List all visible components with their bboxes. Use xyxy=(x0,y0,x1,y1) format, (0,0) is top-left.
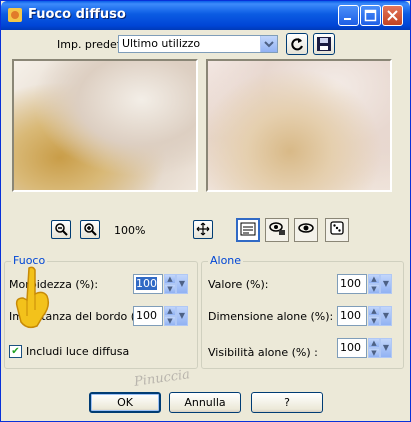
save-preset-button[interactable] xyxy=(313,33,335,55)
valore-field[interactable]: 100 xyxy=(337,274,367,294)
chevron-down-icon[interactable]: ▼ xyxy=(176,274,188,294)
zoom-out-button[interactable] xyxy=(51,220,71,239)
ok-button[interactable]: OK xyxy=(89,392,161,413)
original-preview[interactable] xyxy=(12,59,198,192)
properties-icon xyxy=(240,222,256,236)
visibilita-label: Visibilità alone (%) : xyxy=(208,346,318,359)
zoom-in-icon xyxy=(84,223,97,236)
dimensione-spinner[interactable]: 100 ▲ ▼ ▼ xyxy=(337,306,392,326)
luce-diffusa-checkbox[interactable]: ✔ xyxy=(9,345,22,358)
importanza-spinner[interactable]: 100 ▲ ▼ ▼ xyxy=(133,306,188,326)
window-title: Fuoco diffuso xyxy=(28,7,126,22)
minimize-button[interactable] xyxy=(338,5,359,26)
cancel-button[interactable]: Annulla xyxy=(169,392,241,413)
randomize-preview-button[interactable] xyxy=(265,218,289,242)
pointing-hand-icon xyxy=(15,266,50,329)
morbidezza-spinner[interactable]: 100 ▲ ▼ ▼ xyxy=(133,274,188,294)
save-icon xyxy=(317,37,331,51)
morbidezza-field[interactable]: 100 xyxy=(133,274,163,294)
reset-icon xyxy=(291,38,303,51)
watermark: Pinuccia xyxy=(133,367,191,390)
maximize-button[interactable] xyxy=(360,5,381,26)
zoom-out-icon xyxy=(55,223,68,236)
spin-up-icon[interactable]: ▲ xyxy=(368,274,380,284)
app-icon xyxy=(8,8,22,22)
minimize-icon xyxy=(344,18,351,20)
spin-down-icon[interactable]: ▼ xyxy=(368,348,380,358)
spin-down-icon[interactable]: ▼ xyxy=(164,316,176,326)
zoom-level: 100% xyxy=(114,224,146,237)
alone-legend: Alone xyxy=(208,254,244,267)
result-preview xyxy=(206,59,392,192)
preset-select[interactable]: Ultimo utilizzo xyxy=(118,35,278,53)
spin-down-icon[interactable]: ▼ xyxy=(164,284,176,294)
chevron-down-icon[interactable]: ▼ xyxy=(380,274,392,294)
chevron-down-icon[interactable]: ▼ xyxy=(380,306,392,326)
close-icon xyxy=(387,10,398,21)
preset-label: Imp. predef.: xyxy=(57,38,127,51)
valore-label: Valore (%): xyxy=(208,278,269,291)
visibilita-spinner[interactable]: 100 ▲ ▼ ▼ xyxy=(337,338,392,358)
dimensione-field[interactable]: 100 xyxy=(337,306,367,326)
eye-icon xyxy=(298,223,314,233)
reset-button[interactable] xyxy=(286,33,308,55)
dimensione-label: Dimensione alone (%): xyxy=(208,310,334,323)
chevron-down-icon[interactable]: ▼ xyxy=(176,306,188,326)
check-icon: ✔ xyxy=(11,346,20,357)
help-button[interactable]: ? xyxy=(251,392,323,413)
chevron-down-icon[interactable] xyxy=(260,36,277,52)
chevron-down-icon[interactable]: ▼ xyxy=(380,338,392,358)
spin-down-icon[interactable]: ▼ xyxy=(368,316,380,326)
valore-spinner[interactable]: 100 ▲ ▼ ▼ xyxy=(337,274,392,294)
spin-up-icon[interactable]: ▲ xyxy=(164,274,176,284)
properties-tool-button[interactable] xyxy=(236,218,260,242)
spin-down-icon[interactable]: ▼ xyxy=(368,284,380,294)
move-icon xyxy=(196,222,210,236)
spin-up-icon[interactable]: ▲ xyxy=(164,306,176,316)
importanza-field[interactable]: 100 xyxy=(133,306,163,326)
maximize-icon xyxy=(364,9,377,22)
luce-diffusa-label: Includi luce diffusa xyxy=(26,345,130,358)
preset-select-value: Ultimo utilizzo xyxy=(122,37,201,50)
title-bar[interactable]: Fuoco diffuso xyxy=(1,1,410,30)
spin-up-icon[interactable]: ▲ xyxy=(368,306,380,316)
eye-lock-icon xyxy=(269,222,285,235)
pan-button[interactable] xyxy=(193,220,213,239)
dialog-window: Fuoco diffuso Imp. predef.: Ultimo utili… xyxy=(0,0,411,422)
spin-up-icon[interactable]: ▲ xyxy=(368,338,380,348)
close-button[interactable] xyxy=(382,5,403,26)
preview-toggle-button[interactable] xyxy=(294,218,318,242)
visibilita-field[interactable]: 100 xyxy=(337,338,367,358)
dice-icon xyxy=(330,221,344,235)
random-button[interactable] xyxy=(325,218,349,242)
zoom-in-button[interactable] xyxy=(80,220,100,239)
